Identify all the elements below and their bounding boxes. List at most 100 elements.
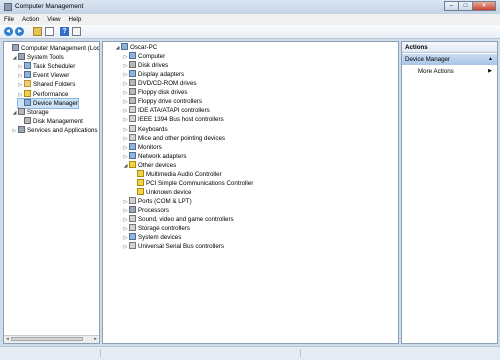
warn-icon xyxy=(24,89,31,97)
tree-item-row[interactable]: ▷ Event Viewer xyxy=(18,71,69,80)
device-item-row[interactable]: ▷ Network adapters xyxy=(123,151,187,161)
device-item-row[interactable]: ▷ DVD/CD-ROM drives xyxy=(123,79,196,88)
help-icon[interactable]: ? xyxy=(60,27,69,36)
tree-item-row[interactable]: ▷ Performance xyxy=(18,89,69,99)
warn-icon xyxy=(137,178,144,186)
app-icon xyxy=(4,3,12,11)
expand-toggle-icon[interactable]: ▷ xyxy=(123,243,128,252)
device-item-row[interactable]: ▷ Sound, video and game controllers xyxy=(123,215,234,224)
back-arrow-icon[interactable] xyxy=(4,27,13,36)
tree-item-row[interactable]: Computer Management (Local xyxy=(6,44,100,53)
device-item-row[interactable]: Unknown device xyxy=(131,187,192,197)
expand-toggle-icon[interactable]: ▷ xyxy=(12,127,17,136)
horizontal-scrollbar[interactable]: ◂ ▸ xyxy=(4,335,99,343)
device-item-label: Unknown device xyxy=(146,188,192,196)
console-tree-pane: ◂ ▸ Computer Management (Local ◢ System To… xyxy=(3,41,100,344)
device-item-row[interactable]: ▷ Computer xyxy=(123,52,165,61)
menu-help[interactable]: Help xyxy=(65,14,86,25)
usb-icon xyxy=(129,242,136,250)
more-actions-arrow-icon[interactable]: ▶ xyxy=(488,67,492,76)
properties-icon[interactable] xyxy=(45,27,54,36)
usb-icon xyxy=(129,215,136,223)
tree-item-label: Storage xyxy=(27,108,49,116)
actions-section-device-manager[interactable]: Device Manager ▲ xyxy=(402,54,497,65)
tree-item-label: Shared Folders xyxy=(33,81,76,89)
device-item-label: Display adapters xyxy=(138,71,185,79)
device-item-row[interactable]: ▷ Display adapters xyxy=(123,70,184,79)
expand-toggle-icon[interactable]: ◢ xyxy=(123,162,128,171)
maximize-button[interactable]: □ xyxy=(458,1,472,11)
tree-item-row[interactable]: Device Manager xyxy=(16,97,80,109)
device-item-row[interactable]: ▷ Ports (COM & LPT) xyxy=(123,197,192,206)
device-item-row[interactable]: ▷ Floppy disk drives xyxy=(123,88,188,97)
expand-toggle-icon[interactable]: ◢ xyxy=(12,54,17,63)
tree-item-row[interactable]: ▷ Task Scheduler xyxy=(18,62,75,71)
device-item-row[interactable]: ▷ Disk drives xyxy=(123,61,168,70)
forward-arrow-icon[interactable] xyxy=(15,27,24,36)
device-item-row[interactable]: ▷ Processors xyxy=(123,206,169,215)
scroll-right-arrow-icon[interactable]: ▸ xyxy=(92,336,99,342)
tool-icon xyxy=(12,44,19,51)
tree-item-row[interactable]: ◢ Storage xyxy=(12,107,49,118)
minimize-button[interactable]: – xyxy=(444,1,458,11)
device-item-row[interactable]: ▷ System devices xyxy=(123,233,181,242)
pc-icon xyxy=(129,233,136,241)
device-item-label: Floppy disk drives xyxy=(138,89,188,97)
tree-item-label: Computer Management (Local xyxy=(21,45,100,52)
usb-icon xyxy=(129,224,136,232)
status-divider xyxy=(300,349,301,357)
device-item-label: System devices xyxy=(138,234,182,242)
expand-toggle-icon[interactable]: ◢ xyxy=(115,44,120,53)
device-item-row[interactable]: ▷ Monitors xyxy=(123,142,162,152)
disk-icon xyxy=(129,88,136,96)
status-divider xyxy=(100,349,101,357)
tree-item-row[interactable]: ▷ Services and Applications xyxy=(12,125,98,136)
scroll-left-arrow-icon[interactable]: ◂ xyxy=(4,336,11,342)
menu-action[interactable]: Action xyxy=(18,14,43,25)
device-item-label: Monitors xyxy=(138,143,162,151)
menu-bar: File Action View Help xyxy=(0,14,500,25)
device-item-row[interactable]: ▷ Floppy drive controllers xyxy=(123,97,202,106)
tree-item-row[interactable]: Disk Management xyxy=(18,116,83,126)
menu-view[interactable]: View xyxy=(43,14,64,25)
tree-item-label: System Tools xyxy=(27,54,64,62)
actions-pane: Actions Device Manager ▲ More Actions ▶ xyxy=(401,41,498,344)
window-title: Computer Management xyxy=(15,3,84,10)
pc-icon xyxy=(24,71,31,79)
scroll-thumb[interactable] xyxy=(11,337,83,341)
up-folder-icon[interactable] xyxy=(33,27,42,36)
device-item-row[interactable]: ▷ IDE ATA/ATAPI controllers xyxy=(123,106,210,115)
tree-item-row[interactable]: ▷ Shared Folders xyxy=(18,80,75,89)
device-item-label: Ports (COM & LPT) xyxy=(138,198,192,206)
warn-icon xyxy=(129,160,136,168)
pc-icon xyxy=(129,151,136,159)
menu-file[interactable]: File xyxy=(0,14,18,25)
device-item-row[interactable]: Multimedia Audio Controller xyxy=(131,169,222,179)
device-item-row[interactable]: PCI Simple Communications Controller xyxy=(131,178,253,188)
device-item-label: Network adapters xyxy=(138,152,187,160)
device-item-row[interactable]: ▷ Storage controllers xyxy=(123,224,190,233)
usb-icon xyxy=(129,124,136,132)
title-bar[interactable]: Computer Management – □ × xyxy=(0,0,500,14)
device-item-label: Mice and other pointing devices xyxy=(138,134,226,142)
warn-icon xyxy=(137,169,144,177)
device-item-row[interactable]: ▷ Mice and other pointing devices xyxy=(123,133,226,143)
collapse-arrow-icon[interactable]: ▲ xyxy=(488,54,493,65)
more-actions-link[interactable]: More Actions xyxy=(418,67,454,76)
close-button[interactable]: × xyxy=(472,1,496,11)
device-item-row[interactable]: ▷ IEEE 1394 Bus host controllers xyxy=(123,115,224,124)
tree-item-label: Performance xyxy=(33,90,69,98)
device-item-row[interactable]: ▷ Universal Serial Bus controllers xyxy=(123,242,224,251)
tool-icon xyxy=(18,125,25,133)
tree-item-label: Disk Management xyxy=(33,117,83,125)
device-item-row[interactable]: ▷ Keyboards xyxy=(123,124,168,134)
usb-icon xyxy=(129,133,136,141)
device-item-row[interactable]: ◢ Other devices xyxy=(123,160,176,171)
tree-item-row[interactable]: ◢ System Tools xyxy=(12,53,64,62)
device-item-row[interactable]: ◢ Oscar-PC xyxy=(115,43,157,52)
view-icon[interactable] xyxy=(72,27,81,36)
device-list-pane: ◢ Oscar-PC ▷ Computer ▷ Disk drives ▷ Display a… xyxy=(102,41,399,344)
tree-item-label: Event Viewer xyxy=(33,72,70,80)
expand-toggle-icon[interactable]: ◢ xyxy=(12,109,17,118)
tree-item-label: Services and Applications xyxy=(27,126,98,134)
